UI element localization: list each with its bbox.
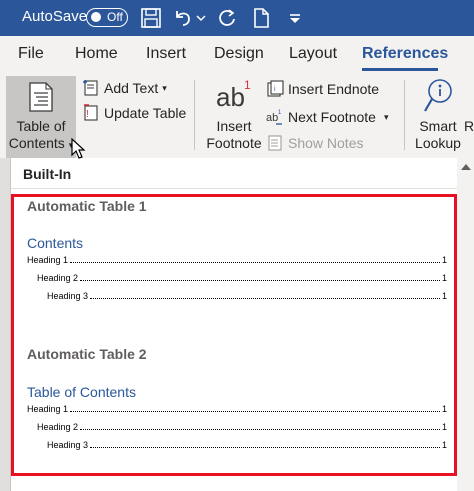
- svg-text:!: !: [86, 109, 89, 120]
- show-notes-button[interactable]: Show Notes: [266, 134, 363, 152]
- ribbon-tabs: File Home Insert Design Layout Reference…: [0, 36, 474, 72]
- panel-header: Built-In: [23, 166, 72, 182]
- panel-separator: [11, 188, 461, 189]
- toc-entry-page: 1: [441, 255, 447, 265]
- title-bar: AutoSave Off: [0, 0, 474, 36]
- autosave-toggle[interactable]: Off: [86, 8, 128, 27]
- svg-text:ab: ab: [266, 112, 278, 124]
- toc-dots: [80, 275, 440, 281]
- svg-text:1: 1: [278, 110, 282, 116]
- cut-off-label: R: [464, 118, 474, 134]
- contents-title: Contents: [27, 235, 84, 251]
- update-table-label: Update Table: [104, 105, 187, 121]
- toggle-knob: [91, 12, 101, 22]
- toc-entry-heading-2: Heading 2 1: [37, 422, 447, 432]
- chevron-down-icon: ▾: [162, 82, 167, 93]
- document-margin: [0, 158, 10, 491]
- tab-design[interactable]: Design: [214, 45, 264, 63]
- toc-dots: [90, 293, 440, 299]
- insert-endnote-icon: i: [267, 80, 284, 97]
- tab-layout[interactable]: Layout: [289, 45, 337, 63]
- toc-entry-heading-3: Heading 3 1: [47, 440, 447, 450]
- ribbon-separator: [194, 80, 195, 150]
- mouse-cursor-icon: [70, 137, 86, 160]
- toc-label-line1: Table of: [16, 118, 66, 134]
- toc-entry-heading-2: Heading 2 1: [37, 273, 447, 283]
- toc-dropdown-panel: Built-In Automatic Table 1 Contents Head…: [10, 158, 474, 491]
- smart-lookup-icon: [422, 78, 454, 116]
- insert-footnote-line2: Footnote: [206, 135, 262, 151]
- toc-entry-heading-3: Heading 3 1: [47, 291, 447, 301]
- next-footnote-button[interactable]: ab 1 Next Footnote ▾: [266, 108, 388, 126]
- active-tab-indicator: [362, 68, 438, 71]
- smart-lookup-line1: Smart: [419, 118, 457, 134]
- cut-off-ribbon-button[interactable]: R: [464, 118, 474, 135]
- toc-label-text: Contents: [8, 135, 65, 151]
- chevron-down-icon[interactable]: ▾: [384, 112, 389, 123]
- ribbon-separator: [404, 80, 405, 150]
- toc-entry-heading-1: Heading 1 1: [27, 255, 447, 265]
- next-footnote-icon: ab 1: [266, 110, 282, 125]
- new-document-icon[interactable]: [250, 7, 272, 29]
- toc-label-line2: Contents ▾: [6, 135, 76, 154]
- toc-entry-page: 1: [441, 440, 447, 450]
- toc-entry-text: Heading 2: [37, 422, 79, 432]
- undo-dropdown-icon[interactable]: [196, 7, 206, 29]
- tab-home[interactable]: Home: [75, 45, 118, 63]
- toc-entry-page: 1: [441, 273, 447, 283]
- toc-dots: [90, 442, 440, 448]
- toc-entry-text: Heading 1: [27, 404, 69, 414]
- add-text-icon: [83, 80, 98, 96]
- customize-toolbar-icon[interactable]: [284, 7, 306, 29]
- tab-references[interactable]: References: [362, 45, 448, 63]
- redo-icon[interactable]: [216, 7, 238, 29]
- add-text-button[interactable]: Add Text ▾: [82, 79, 167, 97]
- tab-file[interactable]: File: [18, 45, 44, 63]
- undo-icon[interactable]: [172, 7, 194, 29]
- insert-footnote-icon: ab: [216, 82, 245, 112]
- update-table-icon: !: [84, 104, 98, 121]
- save-icon[interactable]: [140, 7, 162, 29]
- autosave-state: Off: [107, 10, 123, 24]
- show-notes-icon: [268, 135, 282, 151]
- update-table-button[interactable]: ! Update Table: [82, 104, 186, 122]
- toc-dots: [80, 424, 440, 430]
- toc-entry-heading-1: Heading 1 1: [27, 404, 447, 414]
- smart-lookup-button[interactable]: Smart Lookup: [412, 118, 464, 152]
- insert-endnote-button[interactable]: i Insert Endnote: [266, 80, 379, 98]
- panel-scrollbar[interactable]: [457, 158, 474, 491]
- footnote-superscript: 1: [244, 78, 251, 92]
- table-of-contents-label: Table of Contents ▾: [6, 118, 76, 154]
- toc-entry-page: 1: [441, 404, 447, 414]
- smart-lookup-line2: Lookup: [415, 135, 461, 151]
- insert-footnote-line1: Insert: [216, 118, 252, 134]
- insert-endnote-label: Insert Endnote: [288, 81, 380, 97]
- gallery-title: Automatic Table 1: [27, 198, 147, 214]
- tab-insert[interactable]: Insert: [146, 45, 186, 63]
- add-text-label: Add Text: [104, 80, 159, 96]
- toc-dots: [70, 406, 440, 412]
- gallery-title: Automatic Table 2: [27, 346, 147, 362]
- toc-entry-text: Heading 1: [27, 255, 69, 265]
- toc-entry-page: 1: [441, 291, 447, 301]
- toc-entry-text: Heading 2: [37, 273, 79, 283]
- table-of-contents-icon: [28, 82, 54, 112]
- next-footnote-label: Next Footnote: [288, 109, 376, 125]
- insert-footnote-button[interactable]: Insert Footnote: [200, 118, 268, 152]
- contents-title: Table of Contents: [27, 384, 136, 400]
- toc-entry-text: Heading 3: [47, 291, 89, 301]
- toc-entry-page: 1: [441, 422, 447, 432]
- toc-dots: [70, 257, 440, 263]
- toc-entry-text: Heading 3: [47, 440, 89, 450]
- autosave-label: AutoSave: [22, 8, 88, 25]
- scroll-up-icon[interactable]: [461, 164, 471, 170]
- show-notes-label: Show Notes: [288, 135, 364, 151]
